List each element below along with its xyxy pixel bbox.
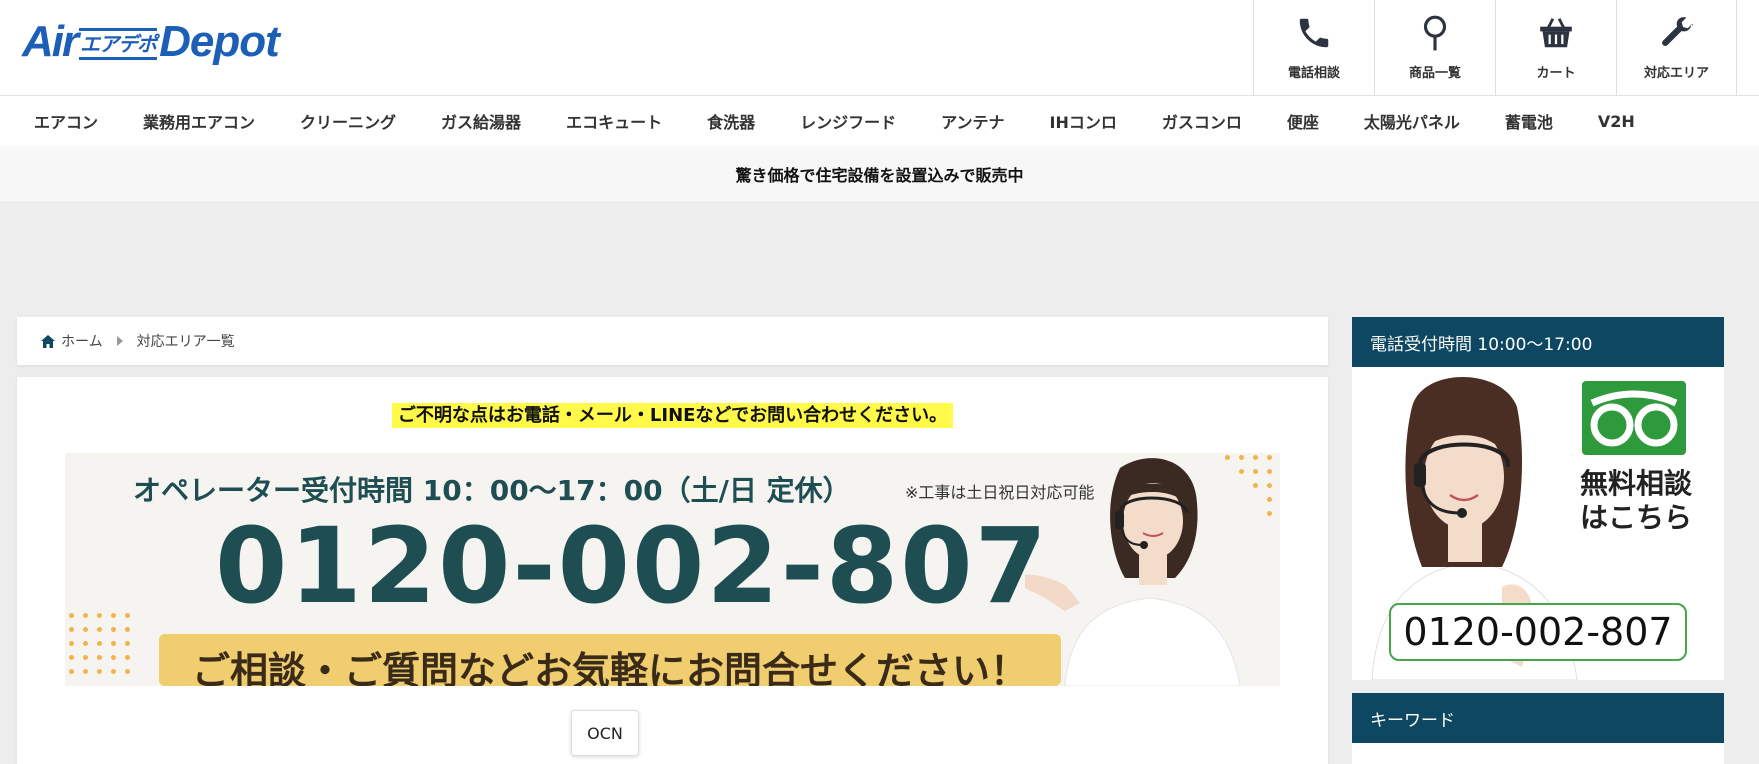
cart-label: カート	[1536, 66, 1576, 81]
logo-depot: Depot	[159, 17, 280, 66]
search-icon	[1423, 15, 1447, 51]
nav-item-ecocute[interactable]: エコキュート	[566, 109, 662, 133]
nav-item-gas-stove[interactable]: ガスコンロ	[1162, 109, 1242, 133]
nav-item-gas-water-heater[interactable]: ガス給湯器	[441, 109, 521, 133]
phone-icon	[1299, 18, 1329, 48]
tagline-strip: ご相談・ご質問などお気軽にお問合せください！	[159, 634, 1061, 686]
phone-banner[interactable]: オペレーター受付時間 10：00〜17：00（土/日 定休） ※工事は土日祝日対…	[65, 453, 1280, 686]
keyword-heading: キーワード	[1352, 693, 1724, 743]
nav-item-v2h[interactable]: V2H	[1598, 112, 1635, 131]
nav-item-range-hood[interactable]: レンジフード	[800, 109, 896, 133]
site-logo[interactable]: Air エアデポ Depot	[22, 17, 280, 66]
logo-air: Air	[22, 17, 79, 66]
cart-icon	[1540, 18, 1572, 48]
tagline-text: ご相談・ご質問などお気軽にお問合せください！	[191, 649, 1028, 686]
operator-hours: オペレーター受付時間 10：00〜17：00（土/日 定休）	[133, 474, 851, 507]
phone-consult-label: 電話相談	[1287, 66, 1340, 81]
nav-item-antenna[interactable]: アンテナ	[941, 109, 1004, 133]
sidebar-phone-number: 0120-002-807	[1389, 603, 1687, 661]
dot-pattern-left	[69, 613, 139, 683]
nav-item-cleaning[interactable]: クリーニング	[300, 109, 396, 133]
notice-bar: 驚き価格で住宅設備を設置込みで販売中	[0, 146, 1759, 203]
nav-item-battery[interactable]: 蓄電池	[1505, 109, 1553, 133]
free-consult-banner[interactable]: 無料相談 はこちら 0120-002-807	[1352, 367, 1724, 680]
cart-link[interactable]: カート	[1495, 0, 1616, 96]
header-icon-nav: 電話相談 商品一覧 カート 対応エリア	[1253, 0, 1737, 96]
nav-item-dishwasher[interactable]: 食洗器	[707, 109, 755, 133]
home-icon	[41, 334, 55, 348]
breadcrumb-home[interactable]: ホーム	[61, 331, 103, 351]
phone-consult-link[interactable]: 電話相談	[1253, 0, 1374, 96]
free-consult-text: 無料相談 はこちら	[1580, 467, 1692, 535]
service-area-link[interactable]: 対応エリア	[1616, 0, 1737, 96]
breadcrumb: ホーム 対応エリア一覧	[17, 317, 1328, 365]
site-header: Air エアデポ Depot 電話相談 商品一覧 カート 対応エリア	[0, 0, 1759, 96]
breadcrumb-separator-icon	[116, 336, 123, 346]
wrench-icon	[1661, 17, 1693, 46]
free-consult-line2: はこちら	[1580, 501, 1693, 534]
main-nav: エアコン 業務用エアコン クリーニング ガス給湯器 エコキュート 食洗器 レンジ…	[0, 96, 1759, 146]
nav-item-aircon[interactable]: エアコン	[34, 109, 98, 133]
nav-item-commercial-aircon[interactable]: 業務用エアコン	[143, 109, 255, 133]
nav-item-ih-stove[interactable]: IHコンロ	[1049, 109, 1116, 133]
nav-item-toilet-seat[interactable]: 便座	[1287, 109, 1319, 133]
keyword-body	[1352, 743, 1724, 764]
phone-hours-heading: 電話受付時間 10:00〜17:00	[1352, 317, 1724, 367]
logo-kana: エアデポ	[79, 28, 158, 60]
keyword-title: キーワード	[1370, 710, 1455, 731]
inquiry-text: ご不明な点はお電話・メール・LINEなどでお問い合わせください。	[391, 403, 954, 428]
ocn-label: OCN	[587, 723, 623, 743]
main-content: ご不明な点はお電話・メール・LINEなどでお問い合わせください。 オペレーター受…	[17, 377, 1328, 764]
inquiry-message: ご不明な点はお電話・メール・LINEなどでお問い合わせください。	[17, 401, 1328, 428]
breadcrumb-current: 対応エリア一覧	[136, 334, 235, 350]
free-dial-icon	[1582, 381, 1686, 455]
notice-text: 驚き価格で住宅設備を設置込みで販売中	[735, 166, 1024, 185]
banner-phone-number: 0120-002-807	[215, 505, 1049, 627]
phone-hours-title: 電話受付時間 10:00〜17:00	[1370, 334, 1593, 355]
product-list-link[interactable]: 商品一覧	[1374, 0, 1495, 96]
service-area-label: 対応エリア	[1643, 66, 1709, 81]
ocn-button[interactable]: OCN	[571, 710, 639, 756]
operator-illustration	[1025, 458, 1241, 686]
free-consult-line1: 無料相談	[1580, 467, 1693, 500]
nav-item-solar-panel[interactable]: 太陽光パネル	[1364, 109, 1460, 133]
product-list-label: 商品一覧	[1408, 66, 1461, 81]
